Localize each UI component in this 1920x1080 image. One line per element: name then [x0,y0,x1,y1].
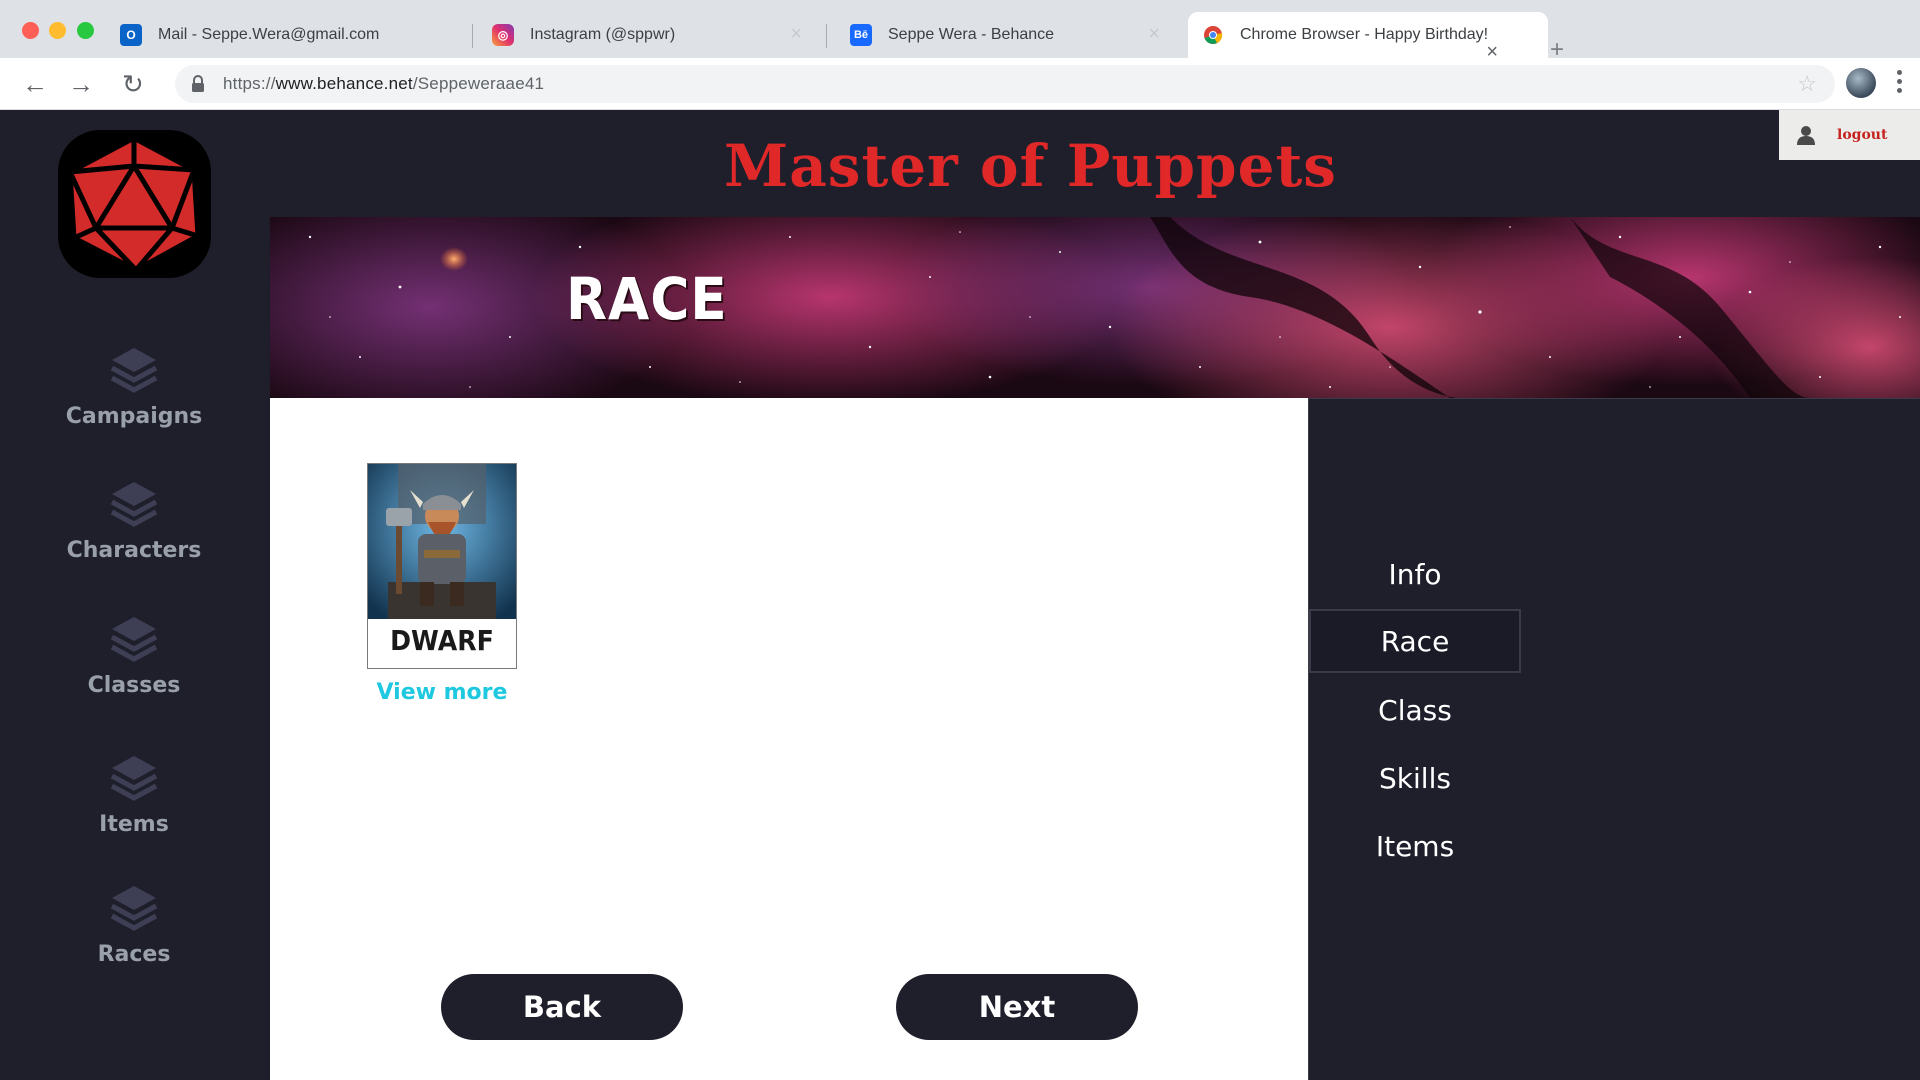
layers-icon [110,482,158,527]
view-more-link[interactable]: View more [342,680,542,705]
sidebar-item-label: Classes [87,673,181,698]
browser-toolbar: ← → ↻ https://www.behance.net/Seppeweraa… [0,58,1920,110]
sidebar: Campaigns Characters Classes Items Races [0,110,268,1080]
step-race[interactable]: Race [1309,609,1521,673]
sidebar-item-label: Campaigns [65,404,203,429]
close-icon[interactable]: × [790,24,802,44]
sidebar-item-label: Items [99,812,169,837]
tab-title: Mail - Seppe.Wera@gmail.com [158,26,380,43]
reload-icon[interactable]: ↻ [122,70,144,98]
section-title: RACE [566,265,728,333]
tab-chrome-active[interactable]: Chrome Browser - Happy Birthday! × [1188,12,1548,62]
step-info[interactable]: Info [1309,542,1521,606]
page-title: Master of Puppets [724,132,1337,200]
layers-icon [110,886,158,931]
sidebar-item-campaigns[interactable]: Campaigns [0,346,268,429]
tab-behance[interactable]: Bē Seppe Wera - Behance × [836,12,1176,58]
wizard-steps-nav: Info Race Class Skills Items [1308,398,1920,1080]
nebula-image [270,217,1920,398]
back-button[interactable]: Back [441,974,683,1040]
tab-instagram[interactable]: ◎ Instagram (@sppwr) × [478,12,818,58]
step-class[interactable]: Class [1309,678,1521,742]
close-window-button[interactable] [22,22,39,39]
nebula-banner: RACE [270,217,1920,398]
d20-logo-icon[interactable] [56,128,213,280]
forward-arrow-icon[interactable]: → [68,70,94,98]
race-selection-panel: DWARF View more Back Next [270,398,1308,1080]
browser-menu-icon[interactable] [1897,70,1903,97]
logout-label: logout [1837,127,1888,143]
browser-tab-bar: O Mail - Seppe.Wera@gmail.com ◎ Instagra… [0,0,1920,62]
outlook-icon: O [120,24,142,46]
new-tab-button[interactable]: + [1550,38,1564,62]
sidebar-item-label: Races [97,942,171,967]
step-items[interactable]: Items [1309,814,1521,878]
minimize-window-button[interactable] [49,22,66,39]
address-bar[interactable]: https://www.behance.net/Seppeweraae41 ☆ [175,65,1835,103]
logout-button[interactable]: logout [1779,110,1920,160]
sidebar-item-items[interactable]: Items [0,754,268,837]
race-card[interactable]: DWARF [367,463,517,669]
close-icon[interactable]: × [1148,24,1160,44]
layers-icon [110,617,158,662]
layers-icon [110,348,158,393]
back-arrow-icon[interactable]: ← [22,70,48,98]
behance-icon: Bē [850,24,872,46]
sidebar-item-classes[interactable]: Classes [0,615,268,698]
profile-avatar[interactable] [1846,68,1876,98]
next-button[interactable]: Next [896,974,1138,1040]
layers-icon [110,756,158,801]
tab-title: Chrome Browser - Happy Birthday! [1240,26,1489,43]
sidebar-item-characters[interactable]: Characters [0,480,268,563]
url-text: https://www.behance.net/Seppeweraae41 [223,74,545,93]
lock-icon [192,75,204,92]
tab-title: Instagram (@sppwr) [530,26,676,43]
user-icon [1797,126,1815,145]
chrome-icon [1202,24,1224,46]
race-card-name: DWARF [390,624,494,657]
maximize-window-button[interactable] [77,22,94,39]
step-skills[interactable]: Skills [1309,746,1521,810]
app-header: Master of Puppets [268,110,1920,217]
sidebar-item-races[interactable]: Races [0,884,268,967]
bookmark-star-icon[interactable]: ☆ [1797,71,1817,97]
race-card-image [368,464,516,619]
tab-title: Seppe Wera - Behance [888,26,1055,43]
instagram-icon: ◎ [492,24,514,46]
sidebar-item-label: Characters [66,538,202,563]
tab-mail[interactable]: O Mail - Seppe.Wera@gmail.com [106,12,466,58]
